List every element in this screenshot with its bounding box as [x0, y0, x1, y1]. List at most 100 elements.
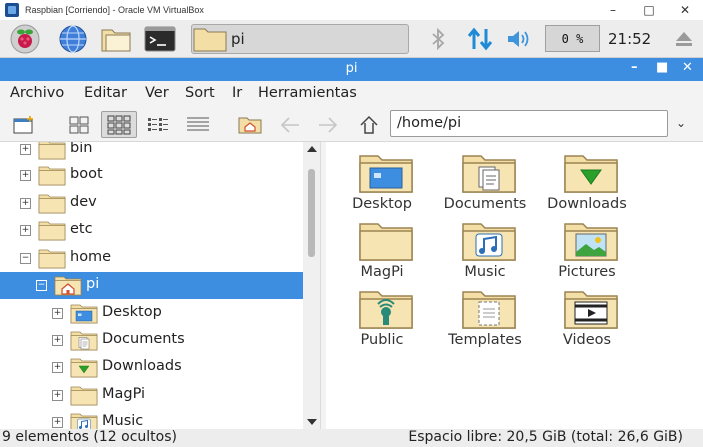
forward-button[interactable] [314, 111, 342, 138]
toolbar: /home/pi ⌄ [0, 107, 703, 142]
tree-item-boot[interactable]: + boot [0, 162, 303, 189]
scroll-up-arrow-icon[interactable] [307, 146, 317, 152]
bluetooth-button[interactable] [428, 24, 448, 54]
folder-item-icon-wrap [461, 152, 517, 194]
tree-item-etc[interactable]: + etc [0, 217, 303, 244]
new-window-icon [13, 115, 33, 133]
fm-close-button[interactable]: ✕ [682, 60, 693, 75]
folder-item-magpi[interactable]: MagPi [332, 212, 432, 280]
expand-icon[interactable]: + [20, 144, 31, 155]
tree-item-bin[interactable]: + bin [0, 142, 303, 163]
taskbar-item-pi[interactable]: pi [191, 24, 409, 54]
folder-icon [193, 28, 227, 52]
tree-folder-icon-wrap [70, 357, 98, 382]
panel-clock[interactable]: 21:52 [608, 30, 651, 48]
folder-icon [70, 386, 98, 406]
expand-icon[interactable]: + [20, 170, 31, 181]
home-button[interactable] [236, 111, 264, 138]
folder-item-music[interactable]: Music [435, 212, 535, 280]
scroll-down-arrow-icon[interactable] [307, 419, 317, 425]
tree-item-label: Desktop [102, 304, 162, 320]
terminal-icon [144, 26, 176, 52]
folder-item-label: Pictures [558, 264, 616, 280]
folder-icon [38, 194, 66, 214]
network-arrows-icon [467, 27, 493, 51]
maximize-window-button[interactable]: □ [631, 0, 667, 20]
expand-icon[interactable]: + [52, 308, 63, 319]
up-button[interactable] [355, 111, 383, 138]
expand-icon[interactable]: + [52, 417, 63, 428]
expand-icon[interactable]: + [52, 362, 63, 373]
menu-sort[interactable]: Sort [185, 85, 215, 101]
eject-button[interactable] [671, 24, 697, 54]
view-icons-button[interactable] [101, 111, 137, 138]
fm-minimize-button[interactable]: – [631, 60, 638, 75]
menu-editar[interactable]: Editar [84, 85, 127, 101]
new-window-button[interactable] [10, 111, 38, 138]
tree-item-pi[interactable]: − pi [0, 272, 303, 299]
view-compact-button[interactable] [144, 111, 172, 138]
folder-item-label: Public [360, 332, 404, 348]
folder-item-documents[interactable]: Documents [435, 144, 535, 212]
folder-item-public[interactable]: Public [332, 280, 432, 348]
back-arrow-icon [280, 116, 299, 133]
network-button[interactable] [466, 24, 494, 54]
menu-archivo[interactable]: Archivo [10, 85, 64, 101]
expand-icon[interactable]: + [52, 335, 63, 346]
raspberry-menu-button[interactable] [6, 24, 44, 54]
tree-folder-icon-wrap [38, 142, 66, 164]
status-bar: 9 elementos (12 ocultos) Espacio libre: … [0, 429, 703, 447]
fm-maximize-button[interactable]: ■ [656, 60, 668, 75]
tree-folder-icon-wrap [38, 220, 66, 245]
close-window-button[interactable]: ✕ [667, 0, 703, 20]
globe-icon [59, 25, 87, 53]
collapse-icon[interactable]: − [36, 280, 47, 291]
view-thumbnails-button[interactable] [65, 111, 93, 138]
volume-button[interactable] [505, 24, 535, 54]
view-list-button[interactable] [184, 111, 212, 138]
tree-item-home[interactable]: − home [0, 245, 303, 272]
menu-herramientas[interactable]: Herramientas [258, 85, 357, 101]
folder-item-icon-wrap [563, 288, 619, 330]
home-folder-icon [238, 117, 262, 133]
minimize-window-button[interactable]: – [595, 0, 631, 20]
expand-icon[interactable]: + [52, 390, 63, 401]
folders-icon [101, 29, 131, 52]
folder-item-pictures[interactable]: Pictures [537, 212, 637, 280]
expand-icon[interactable]: + [20, 198, 31, 209]
tree-scrollbar[interactable] [303, 142, 320, 429]
tree-folder-icon-wrap [70, 330, 98, 355]
tree-folder-icon-wrap [70, 385, 98, 410]
folder-item-icon-wrap [461, 220, 517, 262]
virtualbox-title-bar[interactable]: Raspbian [Corriendo] - Oracle VM Virtual… [0, 0, 703, 20]
tree-item-magpi[interactable]: + MagPi [0, 382, 303, 409]
folder-item-videos[interactable]: Videos [537, 280, 637, 348]
folder-item-icon-wrap [358, 288, 414, 330]
expand-icon[interactable]: + [20, 225, 31, 236]
file-manager-title-bar[interactable]: pi – ■ ✕ [0, 58, 703, 81]
home-folder-icon [54, 276, 82, 296]
scroll-thumb[interactable] [308, 169, 315, 257]
location-path-input[interactable]: /home/pi [390, 110, 668, 137]
tree-folder-icon-wrap [38, 193, 66, 218]
folder-item-label: Templates [448, 332, 522, 348]
tree-item-dev[interactable]: + dev [0, 190, 303, 217]
path-history-dropdown[interactable]: ⌄ [676, 116, 686, 130]
menu-ver[interactable]: Ver [145, 85, 169, 101]
menu-ir[interactable]: Ir [232, 85, 242, 101]
tree-item-documents[interactable]: + Documents [0, 327, 303, 354]
folder-item-downloads[interactable]: Downloads [537, 144, 637, 212]
music-folder-icon [462, 223, 516, 261]
folder-item-desktop[interactable]: Desktop [332, 144, 432, 212]
tree-item-music[interactable]: + Music [0, 409, 303, 429]
tree-item-downloads[interactable]: + Downloads [0, 354, 303, 381]
folder-item-templates[interactable]: Templates [435, 280, 535, 348]
terminal-launcher[interactable] [141, 24, 179, 54]
file-manager-launcher[interactable] [98, 24, 136, 54]
tree-item-desktop[interactable]: + Desktop [0, 300, 303, 327]
cpu-monitor[interactable]: 0 % [545, 25, 600, 52]
back-button[interactable] [276, 111, 304, 138]
collapse-icon[interactable]: − [20, 253, 31, 264]
list-view-icon [187, 117, 209, 130]
web-browser-launcher[interactable] [55, 24, 91, 54]
